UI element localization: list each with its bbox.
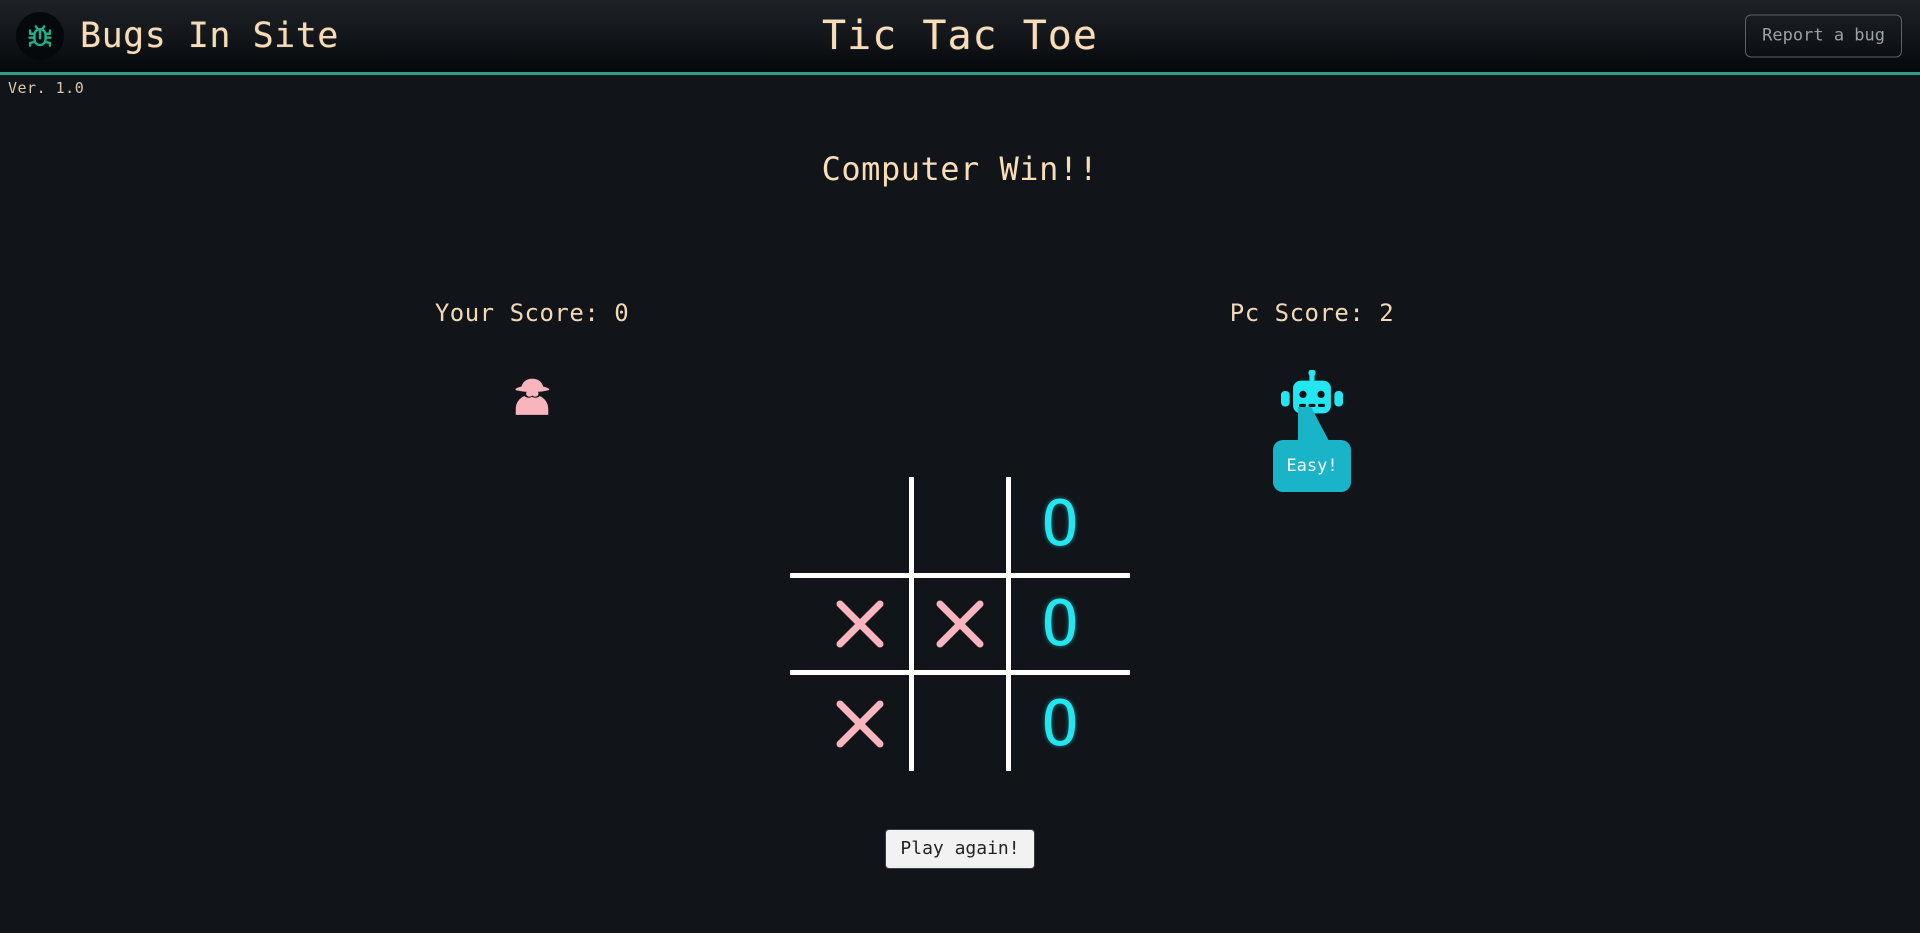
board-cell-7[interactable] (910, 674, 1010, 774)
board-cell-5[interactable]: O (1010, 574, 1110, 674)
board-cell-0[interactable] (810, 474, 910, 574)
mark-x (836, 600, 884, 648)
board-cell-3[interactable] (810, 574, 910, 674)
grid-line-horizontal-1 (790, 573, 1130, 578)
result-message: Computer Win!! (821, 150, 1099, 188)
spy-detective-icon (372, 362, 692, 432)
mark-o: O (1041, 687, 1079, 760)
mark-o: O (1041, 587, 1079, 660)
computer-panel: Pc Score: 2 Easy! (1152, 301, 1472, 492)
brand[interactable]: Bugs In Site (16, 12, 339, 60)
board-cell-1[interactable] (910, 474, 1010, 574)
brand-name: Bugs In Site (80, 15, 339, 56)
tic-tac-toe-board: O O O (790, 474, 1130, 774)
report-bug-button[interactable]: Report a bug (1745, 14, 1902, 58)
player-panel: Your Score: 0 (372, 301, 692, 432)
computer-taunt-bubble: Easy! (1273, 407, 1351, 492)
computer-taunt-text: Easy! (1286, 455, 1338, 476)
grid-line-vertical-2 (1006, 477, 1011, 771)
game-main: Computer Win!! Your Score: 0 Pc Score: 2 (0, 96, 1920, 933)
site-header: Bugs In Site Tic Tac Toe Report a bug (0, 0, 1920, 75)
play-again-button[interactable]: Play again! (885, 829, 1035, 869)
mark-o: O (1041, 487, 1079, 560)
board-cell-8[interactable]: O (1010, 674, 1110, 774)
version-label: Ver. 1.0 (8, 79, 85, 97)
board-cell-2[interactable]: O (1010, 474, 1110, 574)
computer-score-label: Pc Score: 2 (1229, 299, 1395, 327)
bug-icon (16, 12, 64, 60)
mark-x (936, 600, 984, 648)
board-grid: O O O (810, 474, 1110, 774)
grid-line-vertical-1 (909, 477, 914, 771)
grid-line-horizontal-2 (790, 670, 1130, 675)
mark-x (836, 700, 884, 748)
player-score-label: Your Score: 0 (434, 299, 630, 327)
board-cell-4[interactable] (910, 574, 1010, 674)
board-cell-6[interactable] (810, 674, 910, 774)
play-again-wrap: Play again! (0, 829, 1920, 869)
